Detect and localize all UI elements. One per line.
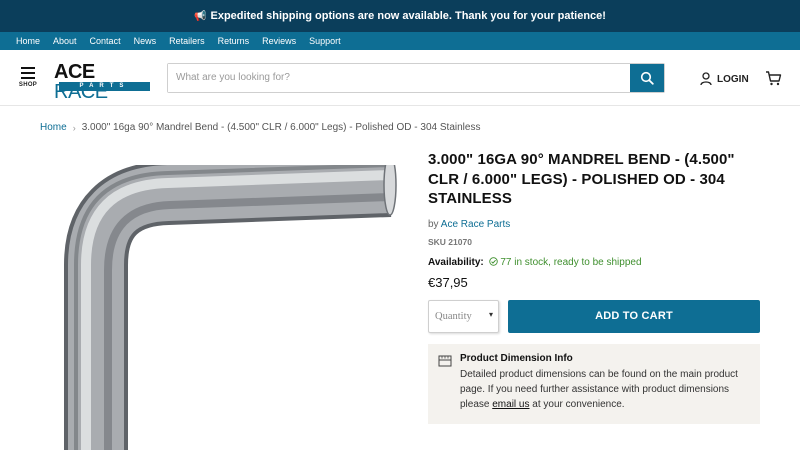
buy-row: Quantity ▾ ADD TO CART xyxy=(428,299,760,333)
product-title: 3.000" 16GA 90° MANDREL BEND - (4.500" C… xyxy=(428,151,735,207)
nav-link-contact[interactable]: Contact xyxy=(90,36,121,46)
nav-link-retailers[interactable]: Retailers xyxy=(169,36,205,46)
nav-link-support[interactable]: Support xyxy=(309,36,341,46)
shop-label: SHOP xyxy=(18,82,38,88)
check-circle-icon xyxy=(488,256,498,266)
logo-parts-strip: PARTS xyxy=(59,81,150,91)
search-button[interactable] xyxy=(630,63,664,92)
shop-menu-button[interactable]: SHOP xyxy=(14,67,42,88)
breadcrumb-current: 3.000" 16ga 90° Mandrel Bend - (4.500" C… xyxy=(81,122,481,133)
vendor-link[interactable]: Ace Race Parts xyxy=(441,219,510,230)
email-us-link[interactable]: email us xyxy=(492,399,529,410)
ruler-icon xyxy=(438,353,452,414)
breadcrumb: Home › 3.000" 16ga 90° Mandrel Bend - (4… xyxy=(40,122,480,133)
nav-link-news[interactable]: News xyxy=(134,36,157,46)
cart-button[interactable] xyxy=(765,70,782,91)
quantity-select[interactable]: Quantity ▾ xyxy=(428,299,499,333)
login-link[interactable]: LOGIN xyxy=(700,72,749,86)
nav-link-reviews[interactable]: Reviews xyxy=(262,36,296,46)
quantity-placeholder: Quantity xyxy=(435,310,472,322)
cart-icon xyxy=(766,71,782,86)
dimension-info-text: Detailed product dimensions can be found… xyxy=(460,368,738,410)
nav-link-returns[interactable]: Returns xyxy=(218,36,250,46)
announcement-text: Expedited shipping options are now avail… xyxy=(210,10,606,22)
product-sku: SKU 21070 xyxy=(428,236,472,247)
dimension-info-title: Product Dimension Info xyxy=(460,352,573,364)
site-logo[interactable]: ACE RACE PARTS xyxy=(54,60,150,102)
chevron-right-icon: › xyxy=(72,122,76,133)
availability-value: 77 in stock, ready to be shipped xyxy=(500,256,642,268)
breadcrumb-home-link[interactable]: Home xyxy=(40,122,67,133)
user-icon xyxy=(700,72,712,86)
availability-label: Availability: xyxy=(428,256,484,268)
utility-nav: Home About Contact News Retailers Return… xyxy=(0,32,800,50)
chevron-updown-icon: ▾ xyxy=(488,309,493,319)
add-to-cart-button[interactable]: ADD TO CART xyxy=(508,299,760,333)
product-info: 3.000" 16GA 90° MANDREL BEND - (4.500" C… xyxy=(428,150,760,424)
search-icon xyxy=(640,71,654,85)
availability: Availability: 77 in stock, ready to be s… xyxy=(428,257,760,268)
site-header: SHOP ACE RACE PARTS LOGIN xyxy=(0,50,800,106)
nav-link-about[interactable]: About xyxy=(53,36,77,46)
mandrel-bend-pipe-image xyxy=(64,153,397,450)
product-price: €37,95 xyxy=(428,274,468,290)
logo-word-ace: ACE xyxy=(54,60,95,83)
dimension-info-box: Product Dimension Info Detailed product … xyxy=(428,343,760,424)
nav-link-home[interactable]: Home xyxy=(16,36,40,46)
hamburger-icon xyxy=(21,67,35,79)
login-label: LOGIN xyxy=(717,73,749,85)
product-image[interactable] xyxy=(40,153,400,450)
search-input[interactable] xyxy=(168,63,630,92)
vendor-prefix: by xyxy=(428,218,439,230)
vendor-line: by Ace Race Parts xyxy=(428,219,760,230)
megaphone-icon: 📢 xyxy=(194,10,207,22)
announcement-bar: 📢 Expedited shipping options are now ava… xyxy=(0,0,800,32)
search-bar xyxy=(167,62,665,93)
